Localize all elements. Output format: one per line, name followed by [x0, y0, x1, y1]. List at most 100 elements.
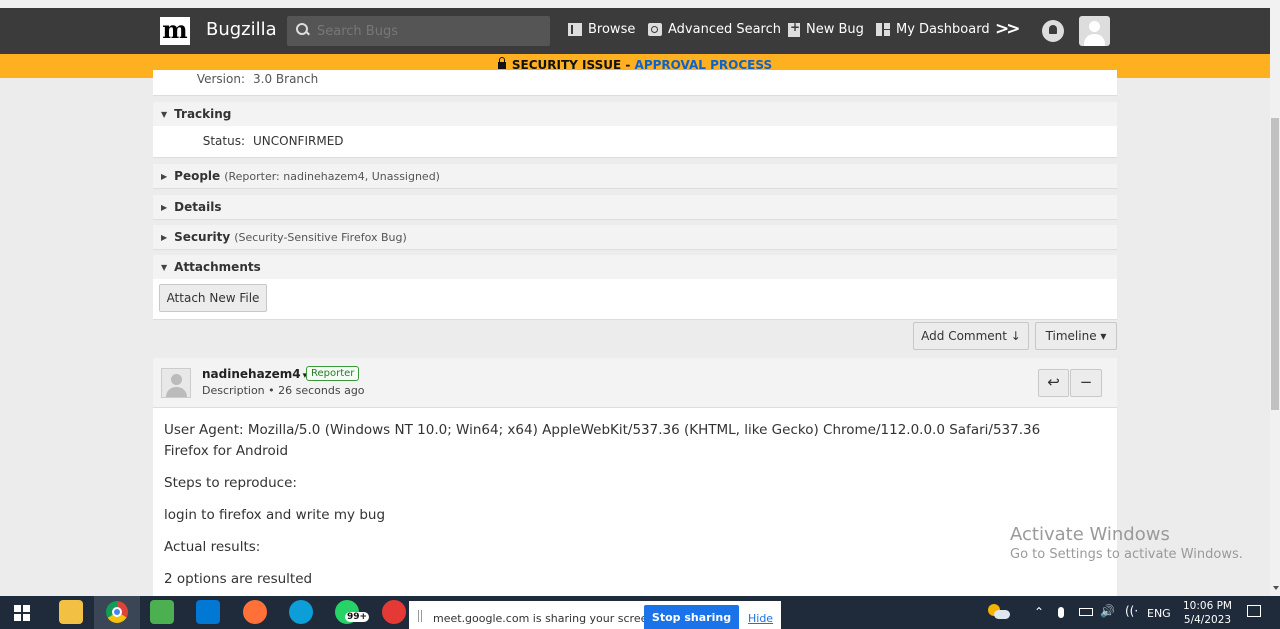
page-scrollbar[interactable] — [1270, 0, 1280, 596]
reporter-badge: Reporter — [306, 366, 360, 381]
reply-icon: ↩ — [1047, 373, 1060, 391]
chrome-icon — [112, 607, 122, 617]
nav-browse-label: Browse — [588, 22, 636, 37]
collapsed-triangle-icon: ▶ — [161, 203, 168, 212]
dashboard-icon — [876, 23, 890, 36]
details-section: ▶ Details — [153, 195, 1117, 220]
attachments-header[interactable]: ▼ Attachments — [153, 255, 1117, 279]
actual-label: Actual results: — [164, 539, 261, 555]
nav-browse[interactable]: Browse — [568, 22, 635, 37]
app-red-icon[interactable] — [382, 600, 406, 624]
nav-new-bug-label: New Bug — [806, 22, 864, 37]
status-field: Status: UNCONFIRMED — [153, 126, 1117, 148]
more-chevron-icon[interactable]: >> — [995, 19, 1020, 39]
search-icon — [295, 22, 311, 38]
nav-my-dashboard-label: My Dashboard — [896, 22, 990, 37]
wifi-icon[interactable]: ((· — [1125, 604, 1138, 618]
steps-text: login to firefox and write my bug — [164, 507, 386, 523]
top-header: m Bugzilla Browse Advanced Search New Bu… — [0, 8, 1270, 54]
firefox-icon[interactable] — [243, 600, 267, 624]
user-agent-line: User Agent: Mozilla/5.0 (Windows NT 10.0… — [164, 422, 1041, 438]
product-line: Firefox for Android — [164, 443, 289, 459]
search-input[interactable] — [317, 21, 537, 41]
attachments-title: Attachments — [174, 260, 261, 274]
attach-new-file-button[interactable]: Attach New File — [159, 284, 267, 312]
version-label: Version: — [196, 72, 245, 86]
notifications-icon[interactable] — [1247, 605, 1261, 617]
commenter-avatar[interactable] — [161, 368, 191, 398]
attachments-section: ▼ Attachments — [153, 255, 1117, 320]
new-bug-icon — [788, 20, 800, 37]
reply-button[interactable]: ↩ — [1038, 369, 1069, 397]
comment-header: nadinehazem4 ▾ Reporter Description • 26 … — [153, 358, 1117, 408]
expanded-triangle-icon: ▼ — [161, 263, 168, 272]
tracking-header[interactable]: ▼ Tracking — [153, 102, 1117, 126]
expanded-triangle-icon: ▼ — [161, 110, 168, 119]
clock-time: 10:06 PM — [1183, 600, 1232, 612]
nav-new-bug[interactable]: New Bug — [788, 20, 864, 37]
security-header[interactable]: ▶ Security (Security-Sensitive Firefox Bug… — [153, 225, 1117, 249]
whatsapp-badge: 99+ — [345, 612, 370, 622]
clock-date: 5/4/2023 — [1183, 614, 1232, 626]
search-box[interactable] — [287, 16, 550, 46]
user-avatar[interactable] — [1079, 16, 1110, 46]
add-comment-button[interactable]: Add Comment ↓ — [913, 322, 1029, 350]
people-summary: (Reporter: nadinehazem4, Unassigned) — [224, 170, 440, 183]
details-title: Details — [174, 200, 222, 214]
people-section: ▶ People (Reporter: nadinehazem4, Unassign… — [153, 164, 1117, 189]
tracking-section: ▼ Tracking Status: UNCONFIRMED — [153, 102, 1117, 158]
mozilla-logo[interactable]: m — [160, 17, 190, 45]
nav-my-dashboard[interactable]: My Dashboard — [876, 22, 990, 37]
tracking-title: Tracking — [174, 107, 232, 121]
tray-chevron-icon[interactable]: ⌃ — [1034, 605, 1044, 619]
windows-start-icon[interactable] — [14, 605, 30, 621]
people-header[interactable]: ▶ People (Reporter: nadinehazem4, Unassign… — [153, 164, 1117, 188]
taskbar-clock[interactable]: 10:06 PM 5/4/2023 — [1183, 599, 1232, 627]
weather-icon[interactable] — [986, 602, 1012, 622]
screen-share-bar: meet.google.com is sharing your screen. … — [409, 601, 781, 629]
comment-meta: Description • 26 seconds ago — [202, 384, 365, 397]
edge-icon[interactable] — [289, 600, 313, 624]
advanced-search-icon — [648, 23, 662, 36]
scroll-down-arrow-icon[interactable] — [1273, 586, 1279, 590]
file-explorer-icon[interactable] — [59, 600, 83, 624]
notepad-icon[interactable] — [150, 600, 174, 624]
version-field: Version: 3.0 Branch — [153, 70, 1117, 86]
language-indicator[interactable]: ENG — [1147, 607, 1171, 620]
timeline-button[interactable]: Timeline ▾ — [1035, 322, 1117, 350]
scrollbar-thumb[interactable] — [1271, 118, 1279, 410]
nav-advanced-search-label: Advanced Search — [668, 22, 782, 37]
actual-text: 2 options are resulted — [164, 571, 313, 587]
whatsapp-icon[interactable]: 99+ — [335, 600, 370, 624]
chrome-taskbar-slot[interactable] — [94, 596, 140, 629]
security-section: ▶ Security (Security-Sensitive Firefox Bug… — [153, 225, 1117, 250]
status-label: Status: — [202, 134, 245, 148]
speaker-icon[interactable]: 🔊 — [1100, 604, 1115, 618]
people-title: People — [174, 169, 221, 183]
vscode-icon[interactable] — [196, 600, 220, 624]
browse-icon — [568, 23, 582, 36]
security-summary: (Security-Sensitive Firefox Bug) — [234, 231, 407, 244]
brand-title[interactable]: Bugzilla — [206, 19, 277, 40]
browser-top-strip — [0, 0, 1280, 8]
stop-sharing-button[interactable]: Stop sharing — [644, 605, 739, 629]
microphone-icon[interactable] — [1058, 607, 1064, 618]
version-panel: Version: 3.0 Branch — [153, 70, 1117, 96]
nav-advanced-search[interactable]: Advanced Search — [648, 22, 781, 37]
drag-handle-icon[interactable] — [418, 610, 422, 622]
details-header[interactable]: ▶ Details — [153, 195, 1117, 219]
hide-share-bar-link[interactable]: Hide — [748, 612, 773, 625]
status-value: UNCONFIRMED — [253, 134, 344, 148]
comment-body: User Agent: Mozilla/5.0 (Windows NT 10.0… — [153, 408, 1117, 596]
steps-label: Steps to reproduce: — [164, 475, 297, 491]
share-message: meet.google.com is sharing your screen. — [433, 612, 658, 625]
notification-bell-icon[interactable] — [1042, 20, 1064, 42]
commenter-username: nadinehazem4 — [202, 367, 301, 381]
collapsed-triangle-icon: ▶ — [161, 172, 168, 181]
commenter-name[interactable]: nadinehazem4 ▾ — [202, 367, 307, 381]
activate-title: Activate Windows — [1010, 524, 1170, 545]
activate-subtitle: Go to Settings to activate Windows. — [1010, 547, 1243, 562]
collapse-comment-button[interactable]: − — [1070, 369, 1102, 397]
battery-icon[interactable] — [1079, 608, 1093, 616]
user-agent-block: User Agent: Mozilla/5.0 (Windows NT 10.0… — [164, 420, 1106, 462]
